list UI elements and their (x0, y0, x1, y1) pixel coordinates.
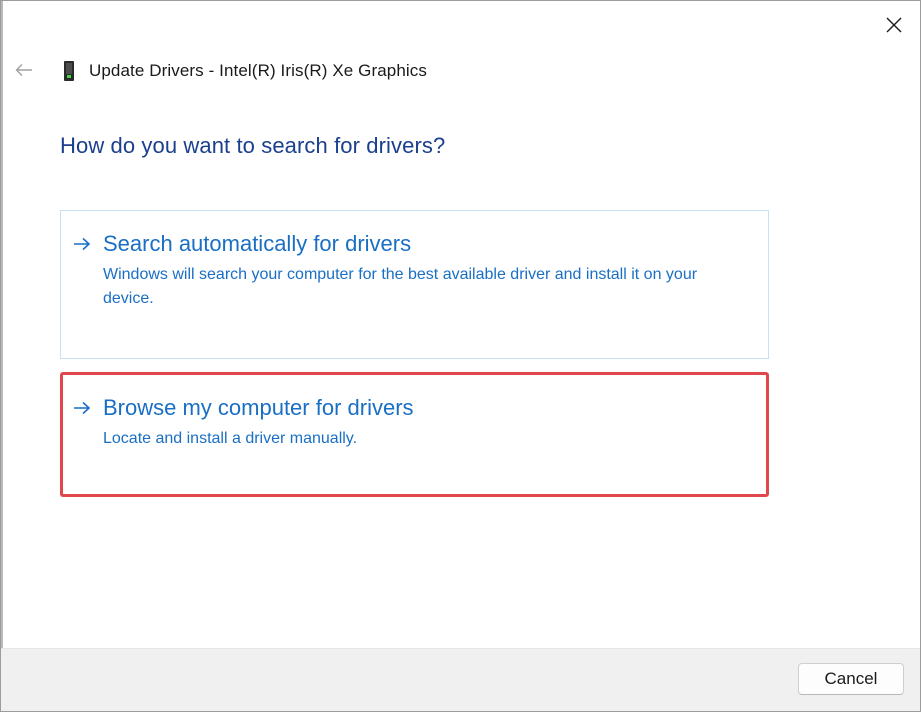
search-automatically-option[interactable]: Search automatically for drivers Windows… (60, 210, 769, 359)
option-title: Browse my computer for drivers (103, 395, 414, 420)
window-title: Update Drivers - Intel(R) Iris(R) Xe Gra… (89, 61, 427, 80)
back-arrow-icon (15, 64, 32, 76)
update-drivers-window: Update Drivers - Intel(R) Iris(R) Xe Gra… (0, 0, 921, 712)
close-icon (886, 17, 902, 33)
arrow-right-icon (71, 397, 93, 419)
option-title: Search automatically for drivers (103, 231, 412, 256)
close-button[interactable] (874, 7, 914, 43)
back-button[interactable] (11, 57, 37, 83)
browse-computer-option[interactable]: Browse my computer for drivers Locate an… (60, 372, 769, 497)
arrow-right-icon (71, 233, 93, 255)
window-title-bar: Update Drivers - Intel(R) Iris(R) Xe Gra… (59, 59, 427, 83)
option-description: Locate and install a driver manually. (103, 430, 358, 447)
window-edge (1, 1, 3, 711)
display-adapter-icon (59, 59, 79, 83)
page-question: How do you want to search for drivers? (60, 133, 446, 158)
option-description: Windows will search your computer for th… (103, 266, 698, 307)
dialog-footer: Cancel (1, 648, 920, 711)
cancel-button[interactable]: Cancel (798, 663, 904, 695)
